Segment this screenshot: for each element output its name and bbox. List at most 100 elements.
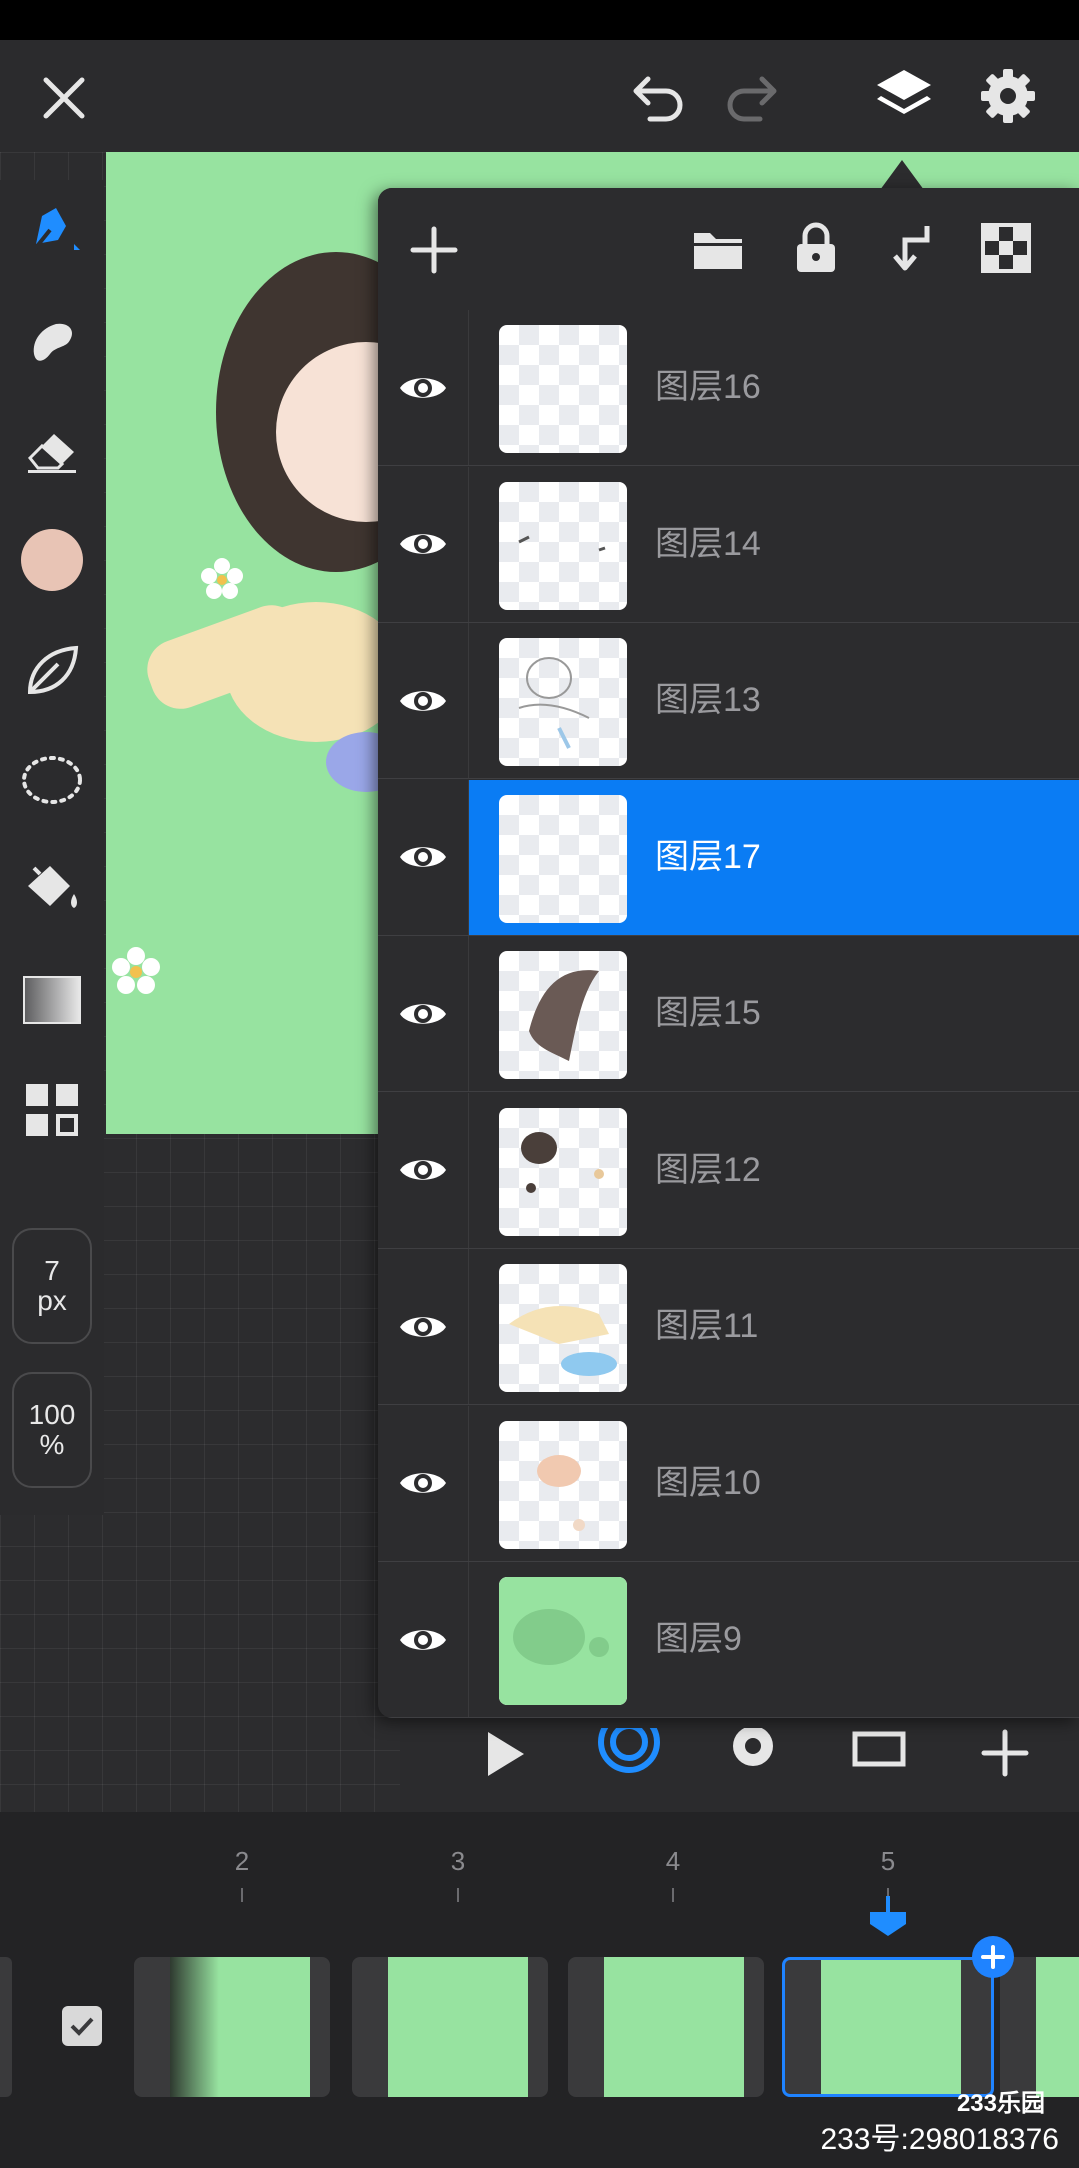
layer-thumbnail	[499, 481, 627, 610]
frame-thumb-current[interactable]	[782, 1957, 994, 2097]
layer-thumbnail	[499, 794, 627, 923]
layer-thumbnail	[499, 1420, 627, 1549]
opacity-unit: %	[39, 1429, 65, 1460]
play-icon[interactable]	[470, 1718, 540, 1788]
layer-thumbnail	[499, 1264, 627, 1392]
eye-icon[interactable]	[378, 310, 468, 465]
onion-skin-icon[interactable]	[594, 1718, 664, 1788]
layer-content[interactable]: 图层14	[468, 466, 1079, 622]
frame-number: 2	[234, 1846, 250, 1876]
gear-icon[interactable]	[970, 58, 1046, 134]
layer-row[interactable]: 图层11	[378, 1249, 1079, 1405]
checkbox-icon[interactable]	[62, 2006, 102, 2046]
layer-name: 图层16	[655, 368, 761, 406]
close-icon[interactable]	[28, 62, 100, 134]
layer-thumbnail	[499, 325, 627, 453]
add-frame-badge-icon[interactable]	[972, 1936, 1014, 1978]
color-swatch[interactable]	[0, 510, 104, 610]
eye-icon[interactable]	[378, 936, 468, 1091]
merge-down-icon[interactable]	[880, 214, 944, 282]
layer-row[interactable]: 图层13	[378, 623, 1079, 779]
frame-tick	[672, 1888, 674, 1902]
shape-tool-icon[interactable]	[0, 620, 104, 720]
tools-sidebar: 7 px 100 %	[0, 180, 104, 1515]
layer-row[interactable]: 图层17	[378, 779, 1079, 936]
layer-content[interactable]: 图层17	[468, 779, 1079, 935]
smudge-tool-icon[interactable]	[0, 290, 104, 390]
frame-number: 3	[450, 1846, 466, 1876]
fill-tool-icon[interactable]	[0, 840, 104, 940]
gradient-tool-icon[interactable]	[0, 950, 104, 1050]
layer-row[interactable]: 图层10	[378, 1405, 1079, 1562]
folder-icon[interactable]	[686, 218, 750, 282]
layer-row[interactable]: 图层14	[378, 466, 1079, 623]
layer-row[interactable]: 图层15	[378, 936, 1079, 1092]
top-toolbar	[0, 40, 1079, 152]
status-bar	[0, 0, 1079, 40]
frame-thumb-partial-left	[0, 1957, 12, 2097]
layer-thumbnail	[499, 951, 627, 1079]
frame-tick	[457, 1888, 459, 1902]
frame-icon[interactable]	[844, 1718, 914, 1788]
eye-icon[interactable]	[378, 467, 468, 622]
eye-icon[interactable]	[378, 1406, 468, 1561]
layer-content[interactable]: 图层10	[468, 1405, 1079, 1561]
layer-row[interactable]: 图层12	[378, 1092, 1079, 1249]
lock-icon[interactable]	[784, 214, 848, 282]
layer-content[interactable]: 图层9	[468, 1562, 1079, 1717]
pen-tool-icon[interactable]	[0, 180, 104, 280]
layer-name: 图层17	[655, 837, 761, 876]
layer-name: 图层14	[655, 524, 761, 563]
timeline-settings-icon[interactable]	[718, 1718, 788, 1788]
layer-content[interactable]: 图层16	[468, 310, 1079, 465]
playback-controls	[400, 1718, 1079, 1798]
layer-content[interactable]: 图层11	[468, 1249, 1079, 1404]
add-layer-icon[interactable]	[402, 218, 466, 282]
eye-icon[interactable]	[378, 623, 468, 778]
add-frame-icon[interactable]	[970, 1718, 1040, 1788]
frame-thumb[interactable]	[352, 1957, 548, 2097]
frame-thumb-partial-right[interactable]	[1000, 1957, 1079, 2097]
layer-row[interactable]: 图层16	[378, 310, 1079, 466]
eraser-tool-icon[interactable]	[0, 400, 104, 500]
watermark-id: 233号:298018376	[820, 2123, 1059, 2156]
layer-name: 图层13	[655, 681, 761, 719]
layer-content[interactable]: 图层12	[468, 1092, 1079, 1248]
layer-name: 图层11	[655, 1307, 759, 1345]
layer-name: 图层15	[655, 994, 761, 1032]
playhead-marker[interactable]	[866, 1896, 910, 1940]
eye-icon[interactable]	[378, 1249, 468, 1404]
layer-thumbnail	[499, 638, 627, 766]
transparency-icon[interactable]	[974, 216, 1038, 280]
opacity-value: 100	[28, 1399, 76, 1430]
eye-icon[interactable]	[378, 1562, 468, 1717]
layers-panel: 图层16 图层14 图层13 图层17 图层15 图层12 图层11 图层10 图层9	[378, 188, 1079, 1718]
layer-row[interactable]: 图层9	[378, 1562, 1079, 1718]
layer-thumbnail	[499, 1107, 627, 1236]
frame-number: 4	[665, 1846, 681, 1876]
brush-size-control[interactable]: 7 px	[12, 1228, 92, 1344]
brush-size-value: 7	[44, 1255, 60, 1286]
lasso-tool-icon[interactable]	[0, 730, 104, 830]
redo-icon[interactable]	[718, 62, 790, 134]
eye-icon[interactable]	[378, 1093, 468, 1248]
layer-name: 图层12	[655, 1150, 761, 1189]
frame-thumb[interactable]	[134, 1957, 330, 2097]
layer-divider	[378, 1717, 1079, 1718]
panels-grid-icon[interactable]	[0, 1060, 104, 1160]
watermark-logo: 233乐园	[956, 2090, 1045, 2117]
layer-name: 图层10	[655, 1463, 761, 1502]
frame-number: 5	[880, 1846, 896, 1876]
layer-name: 图层9	[655, 1620, 742, 1658]
brush-size-unit: px	[37, 1285, 67, 1316]
layer-content[interactable]: 图层13	[468, 623, 1079, 778]
layers-panel-toolbar	[378, 188, 1079, 308]
layer-content[interactable]: 图层15	[468, 936, 1079, 1091]
layers-icon[interactable]	[866, 58, 942, 134]
opacity-control[interactable]: 100 %	[12, 1372, 92, 1488]
frame-thumb[interactable]	[568, 1957, 764, 2097]
timeline: 2 3 4 5 233乐园 233号:298018376	[0, 1812, 1079, 2168]
panel-pointer	[880, 160, 924, 190]
undo-icon[interactable]	[620, 62, 692, 134]
eye-icon[interactable]	[378, 780, 468, 935]
